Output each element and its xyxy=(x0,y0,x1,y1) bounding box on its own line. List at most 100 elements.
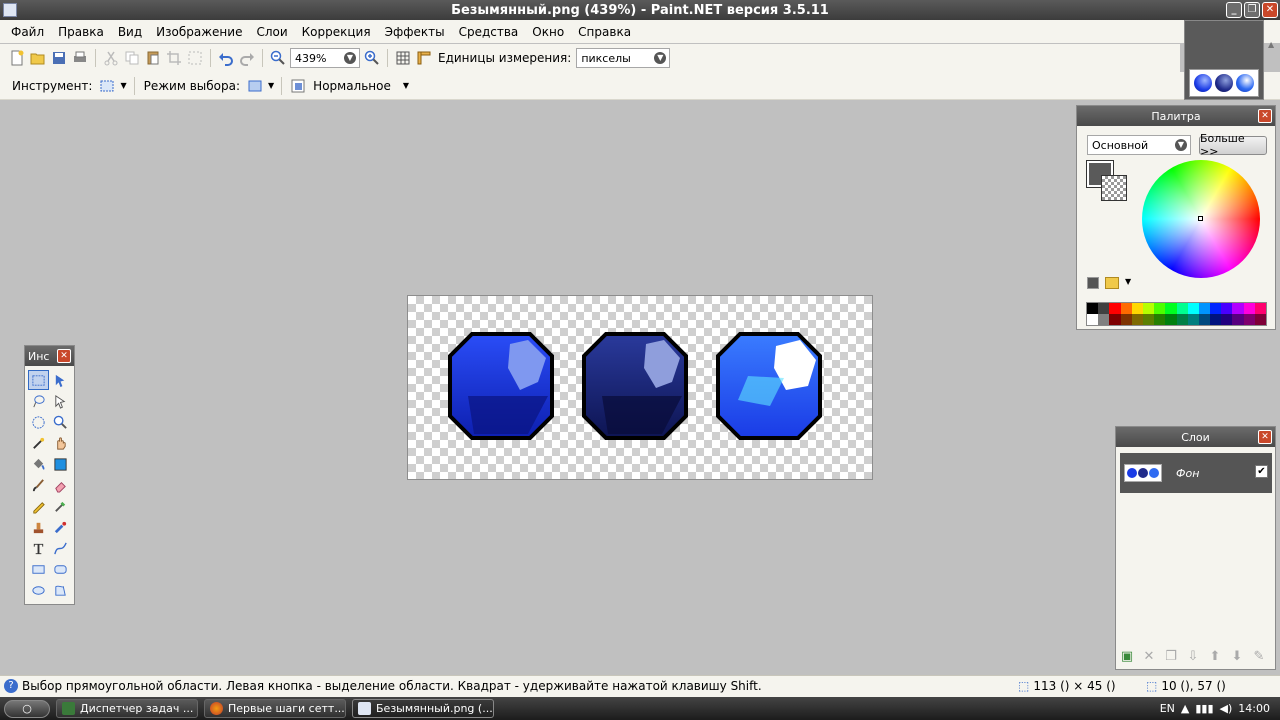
swatch[interactable] xyxy=(1154,314,1166,325)
swatch[interactable] xyxy=(1142,314,1155,325)
cut-icon[interactable] xyxy=(102,49,120,67)
taskbar-item-firefox[interactable]: Первые шаги сетт... xyxy=(204,699,346,718)
menu-view[interactable]: Вид xyxy=(111,25,149,39)
swatch[interactable] xyxy=(1176,314,1188,325)
menu-utilities[interactable]: Средства xyxy=(452,25,526,39)
chevron-down-icon[interactable]: ▼ xyxy=(120,81,126,90)
delete-layer-icon[interactable]: ✕ xyxy=(1140,647,1158,665)
line-curve-tool[interactable] xyxy=(50,538,71,558)
swatch[interactable] xyxy=(1165,303,1177,314)
tools-header[interactable]: Инс ✕ xyxy=(25,346,74,366)
menu-effects[interactable]: Эффекты xyxy=(378,25,452,39)
ellipse-select-tool[interactable] xyxy=(28,412,49,432)
image-thumbnail-panel[interactable] xyxy=(1184,20,1264,100)
language-indicator[interactable]: EN xyxy=(1160,702,1175,715)
swatch[interactable] xyxy=(1087,314,1099,325)
maximize-button[interactable]: ❐ xyxy=(1244,2,1260,18)
swatch[interactable] xyxy=(1221,314,1233,325)
swatch[interactable] xyxy=(1198,314,1211,325)
freeform-shape-tool[interactable] xyxy=(50,580,71,600)
swatch[interactable] xyxy=(1243,303,1255,314)
layer-item[interactable]: Фон ✔ xyxy=(1120,453,1272,493)
merge-layer-down-icon[interactable]: ⇩ xyxy=(1184,647,1202,665)
grid-icon[interactable] xyxy=(394,49,412,67)
close-icon[interactable]: ✕ xyxy=(57,349,71,363)
paste-icon[interactable] xyxy=(144,49,162,67)
start-button[interactable]: ○ xyxy=(4,699,50,718)
paintbrush-tool[interactable] xyxy=(28,475,49,495)
gradient-tool[interactable] xyxy=(50,454,71,474)
layer-properties-icon[interactable]: ✎ xyxy=(1250,647,1268,665)
move-layer-down-icon[interactable]: ⬇ xyxy=(1228,647,1246,665)
clock[interactable]: 14:00 xyxy=(1238,702,1270,715)
swatch[interactable] xyxy=(1187,314,1199,325)
close-icon[interactable]: ✕ xyxy=(1258,430,1272,444)
lasso-select-tool[interactable] xyxy=(28,391,49,411)
menu-adjustments[interactable]: Коррекция xyxy=(295,25,378,39)
move-layer-up-icon[interactable]: ⬆ xyxy=(1206,647,1224,665)
blend-mode-value[interactable]: Нормальное xyxy=(311,79,393,93)
swatch[interactable] xyxy=(1243,314,1255,325)
network-icon[interactable]: ▲ xyxy=(1181,702,1189,715)
chevron-down-icon[interactable]: ▼ xyxy=(1125,277,1131,289)
color-picker-icon[interactable] xyxy=(1087,277,1099,289)
duplicate-layer-icon[interactable]: ❐ xyxy=(1162,647,1180,665)
add-layer-icon[interactable]: ▣ xyxy=(1118,647,1136,665)
close-button[interactable]: ✕ xyxy=(1262,2,1278,18)
ruler-icon[interactable] xyxy=(415,49,433,67)
swatch[interactable] xyxy=(1120,314,1132,325)
pencil-tool[interactable] xyxy=(28,496,49,516)
units-combobox[interactable]: пикселы ▼ xyxy=(576,48,671,68)
text-tool[interactable] xyxy=(28,538,49,558)
move-selected-tool[interactable] xyxy=(50,370,71,390)
swatch[interactable] xyxy=(1232,314,1244,325)
clone-stamp-tool[interactable] xyxy=(28,517,49,537)
menu-window[interactable]: Окно xyxy=(525,25,571,39)
new-file-icon[interactable] xyxy=(8,49,26,67)
palette-header[interactable]: Палитра ✕ xyxy=(1077,106,1275,126)
swatch[interactable] xyxy=(1165,314,1177,325)
rectangle-select-icon[interactable] xyxy=(98,77,116,95)
volume-icon[interactable]: ◀) xyxy=(1220,702,1233,715)
swatch[interactable] xyxy=(1254,314,1266,325)
swatch[interactable] xyxy=(1210,303,1222,314)
layer-visibility-checkbox[interactable]: ✔ xyxy=(1255,465,1268,478)
recolor-tool[interactable] xyxy=(50,517,71,537)
image-canvas[interactable] xyxy=(407,295,873,480)
menu-edit[interactable]: Правка xyxy=(51,25,111,39)
menu-image[interactable]: Изображение xyxy=(149,25,249,39)
chevron-down-icon[interactable]: ▼ xyxy=(654,52,667,64)
undo-icon[interactable] xyxy=(217,49,235,67)
palette-preset-combobox[interactable]: Основной ▼ xyxy=(1087,135,1191,155)
close-icon[interactable]: ✕ xyxy=(1258,109,1272,123)
ellipse-tool[interactable] xyxy=(28,580,49,600)
crop-icon[interactable] xyxy=(165,49,183,67)
zoom-tool[interactable] xyxy=(50,412,71,432)
chevron-down-icon[interactable]: ▼ xyxy=(403,81,409,90)
swatch[interactable] xyxy=(1098,314,1110,325)
swatch[interactable] xyxy=(1131,303,1143,314)
redo-icon[interactable] xyxy=(238,49,256,67)
signal-icon[interactable]: ▮▮▮ xyxy=(1195,702,1213,715)
print-icon[interactable] xyxy=(71,49,89,67)
swatch[interactable] xyxy=(1254,303,1266,314)
copy-icon[interactable] xyxy=(123,49,141,67)
taskbar-item-task-manager[interactable]: Диспетчер задач ... xyxy=(56,699,198,718)
rectangle-tool[interactable] xyxy=(28,559,49,579)
palette-menu-icon[interactable] xyxy=(1105,277,1119,289)
chevron-down-icon[interactable]: ▼ xyxy=(1175,139,1187,151)
zoom-in-icon[interactable] xyxy=(363,49,381,67)
move-selection-tool[interactable] xyxy=(50,391,71,411)
swatch[interactable] xyxy=(1098,303,1110,314)
chevron-down-icon[interactable]: ▼ xyxy=(268,81,274,90)
swatch[interactable] xyxy=(1109,314,1121,325)
color-swatches[interactable] xyxy=(1086,302,1267,326)
swatch[interactable] xyxy=(1198,303,1211,314)
eraser-tool[interactable] xyxy=(50,475,71,495)
swatch[interactable] xyxy=(1109,303,1121,314)
menu-file[interactable]: Файл xyxy=(4,25,51,39)
save-icon[interactable] xyxy=(50,49,68,67)
magic-wand-tool[interactable] xyxy=(28,433,49,453)
selection-mode-icon[interactable] xyxy=(246,77,264,95)
antialias-icon[interactable] xyxy=(289,77,307,95)
